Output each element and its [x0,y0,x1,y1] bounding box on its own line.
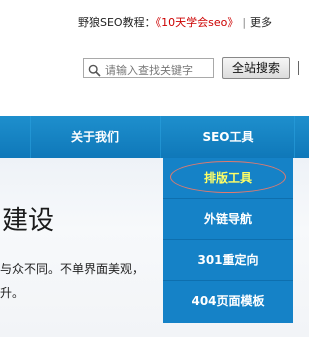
search-input[interactable]: 请输入查找关键字 [83,58,214,78]
header-divider [298,61,299,75]
nav-item-seo-tools[interactable]: SEO工具 [163,116,293,158]
banner-text-line: 与众不同。不单界面美观， [0,262,145,276]
dropdown-item-301-redirect[interactable]: 301重定向 [163,240,293,280]
dropdown-item-link-nav[interactable]: 外链导航 [163,199,293,239]
promo-separator: | [242,16,247,29]
nav-separator [160,116,161,158]
top-bar: 野狼SEO教程：《10天学会seo》 | 更多 [0,0,309,40]
site-search-button[interactable]: 全站搜索 [222,57,290,79]
promo-prefix: 野狼SEO教程： [78,16,156,29]
banner-text-line: 升。 [0,286,25,300]
highlight-ring [170,161,286,193]
dropdown-item-404-template[interactable]: 404页面模板 [163,281,293,321]
promo-line: 野狼SEO教程：《10天学会seo》 | 更多 [78,14,272,30]
nav-separator [294,116,295,158]
seo-tools-dropdown: 排版工具 外链导航 301重定向 404页面模板 [163,158,293,323]
more-link[interactable]: 更多 [250,16,272,29]
main-nav: 关于我们 SEO工具 [0,116,309,158]
nav-item-about[interactable]: 关于我们 [31,116,159,158]
search-placeholder: 请输入查找关键字 [105,64,193,77]
promo-course-link[interactable]: 《10天学会seo》 [156,16,239,29]
search-icon [88,62,101,81]
banner-heading: 建设 [2,206,55,236]
